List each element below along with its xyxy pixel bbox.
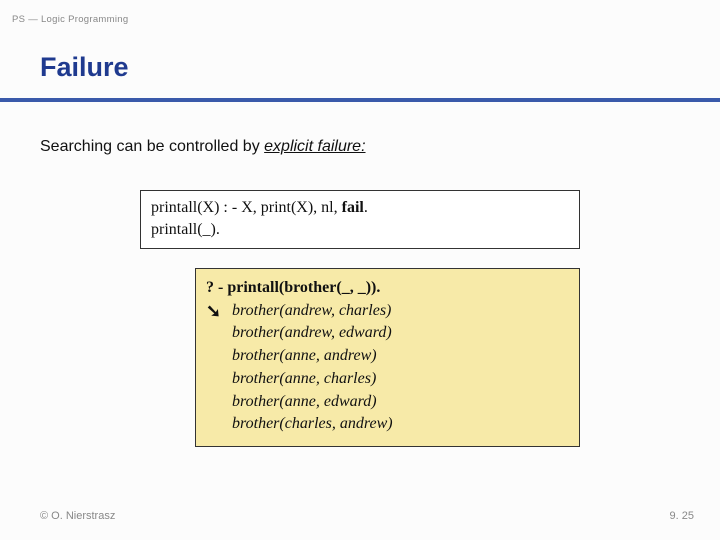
code-line-1-pre: printall(X) : - X, print(X), nl, [151, 199, 342, 216]
result-line: brother(andrew, charles) [232, 300, 393, 323]
intro-emphasis: explicit failure: [264, 138, 365, 155]
intro-text: Searching can be controlled by explicit … [40, 138, 366, 156]
slide-title: Failure [40, 52, 129, 83]
footer-page-number: 9. 25 [670, 510, 694, 522]
result-arrow-icon: ➘ [206, 300, 232, 436]
code-fail-keyword: fail [342, 199, 364, 216]
code-line-2: printall(_). [151, 219, 569, 241]
result-line: brother(andrew, edward) [232, 322, 393, 345]
result-lines: brother(andrew, charles) brother(andrew,… [232, 300, 393, 436]
intro-prefix: Searching can be controlled by [40, 138, 264, 155]
result-line: brother(anne, charles) [232, 368, 393, 391]
title-underline [0, 98, 720, 102]
footer-copyright: © O. Nierstrasz [40, 510, 115, 522]
result-line: brother(charles, andrew) [232, 413, 393, 436]
result-line: brother(anne, edward) [232, 391, 393, 414]
response-block: ➘ brother(andrew, charles) brother(andre… [206, 300, 569, 436]
code-query-box: ? - printall(brother(_, _)). ➘ brother(a… [195, 268, 580, 447]
code-line-1-post: . [364, 199, 368, 216]
query-line: ? - printall(brother(_, _)). [206, 277, 569, 300]
code-line-1: printall(X) : - X, print(X), nl, fail. [151, 197, 569, 219]
result-line: brother(anne, andrew) [232, 345, 393, 368]
code-definition-box: printall(X) : - X, print(X), nl, fail. p… [140, 190, 580, 249]
course-header: PS — Logic Programming [12, 14, 128, 25]
